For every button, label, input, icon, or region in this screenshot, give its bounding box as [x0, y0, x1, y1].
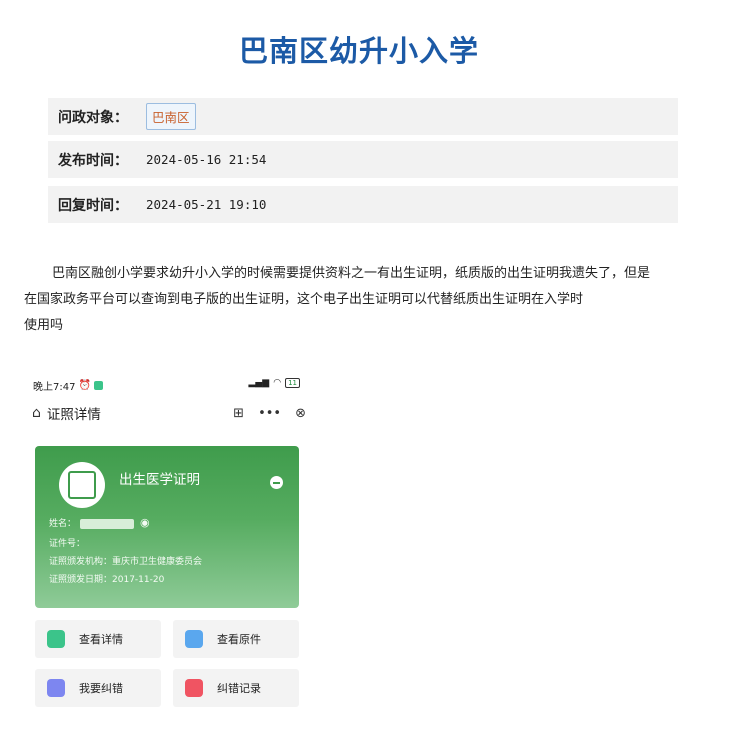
- original-icon: [185, 630, 203, 648]
- id-field: 证件号：: [49, 539, 86, 549]
- date-field: 证照颁发日期：2017-11-20: [49, 575, 165, 585]
- replied-value: 2024-05-21 19:10: [146, 197, 267, 212]
- page-title: 巴南区幼升小入学: [238, 34, 479, 68]
- scan-icon[interactable]: ⊞: [233, 406, 244, 421]
- view-original-button[interactable]: 查看原件: [173, 620, 299, 658]
- home-icon[interactable]: ⌂: [32, 405, 41, 421]
- replied-label: 回复时间：: [58, 197, 128, 214]
- signal-icon: ▂▄▆: [248, 378, 270, 388]
- question-text: 巴南区融创小学要求幼升小入学的时候需要提供资料之一有出生证明，纸质版的出生证明我…: [24, 261, 704, 339]
- status-indicators: ▂▄▆ ◠ 11: [248, 378, 300, 388]
- question-line-3: 使用吗: [24, 318, 64, 333]
- report-icon: [47, 679, 65, 697]
- error-records-button[interactable]: 纠错记录: [173, 669, 299, 707]
- battery-icon: 11: [285, 378, 300, 388]
- eye-icon[interactable]: ◉: [140, 516, 150, 529]
- question-line-2: 在国家政务平台可以查询到电子版的出生证明，这个电子出生证明可以代替纸质出生证明在…: [24, 292, 584, 307]
- more-icon[interactable]: •••: [258, 406, 281, 421]
- records-icon: [185, 679, 203, 697]
- details-icon: [47, 630, 65, 648]
- target-label: 问政对象：: [58, 109, 128, 126]
- report-error-button[interactable]: 我要纠错: [35, 669, 161, 707]
- certificate-emblem-icon: [59, 462, 105, 508]
- alarm-icon: ⏰: [78, 380, 91, 391]
- view-details-button[interactable]: 查看详情: [35, 620, 161, 658]
- close-icon[interactable]: ⊗: [295, 406, 306, 421]
- certificate-card[interactable]: 出生医学证明 姓名： ◉ 证件号： 证照颁发机构：重庆市卫生健康委员会 证照颁发日…: [35, 446, 299, 608]
- meta-row-target: 问政对象： 巴南区: [48, 98, 678, 135]
- status-bar: 晚上7:47 ⏰: [33, 378, 103, 393]
- published-label: 发布时间：: [58, 152, 128, 169]
- issuer-field: 证照颁发机构：重庆市卫生健康委员会: [49, 557, 203, 567]
- question-line-1: 巴南区融创小学要求幼升小入学的时候需要提供资料之一有出生证明，纸质版的出生证明我…: [52, 266, 651, 281]
- published-value: 2024-05-16 21:54: [146, 152, 267, 167]
- meta-row-published: 发布时间： 2024-05-16 21:54: [48, 141, 678, 178]
- name-blurred: [80, 518, 135, 529]
- collapse-icon[interactable]: [270, 476, 283, 489]
- status-time: 晚上7:47: [33, 382, 76, 393]
- target-tag[interactable]: 巴南区: [146, 103, 196, 130]
- wifi-icon: ◠: [273, 378, 282, 388]
- phone-screenshot: 晚上7:47 ⏰ ▂▄▆ ◠ 11 ⌂ 证照详情 ⊞ ••• ⊗ 出生医学证明 …: [24, 368, 314, 722]
- name-field: 姓名： ◉: [49, 516, 150, 529]
- app-title: 证照详情: [46, 407, 101, 423]
- app-status-icon: [93, 381, 103, 390]
- card-title: 出生医学证明: [119, 472, 200, 488]
- app-bar: ⌂ 证照详情 ⊞ ••• ⊗: [32, 402, 306, 424]
- meta-row-replied: 回复时间： 2024-05-21 19:10: [48, 186, 678, 223]
